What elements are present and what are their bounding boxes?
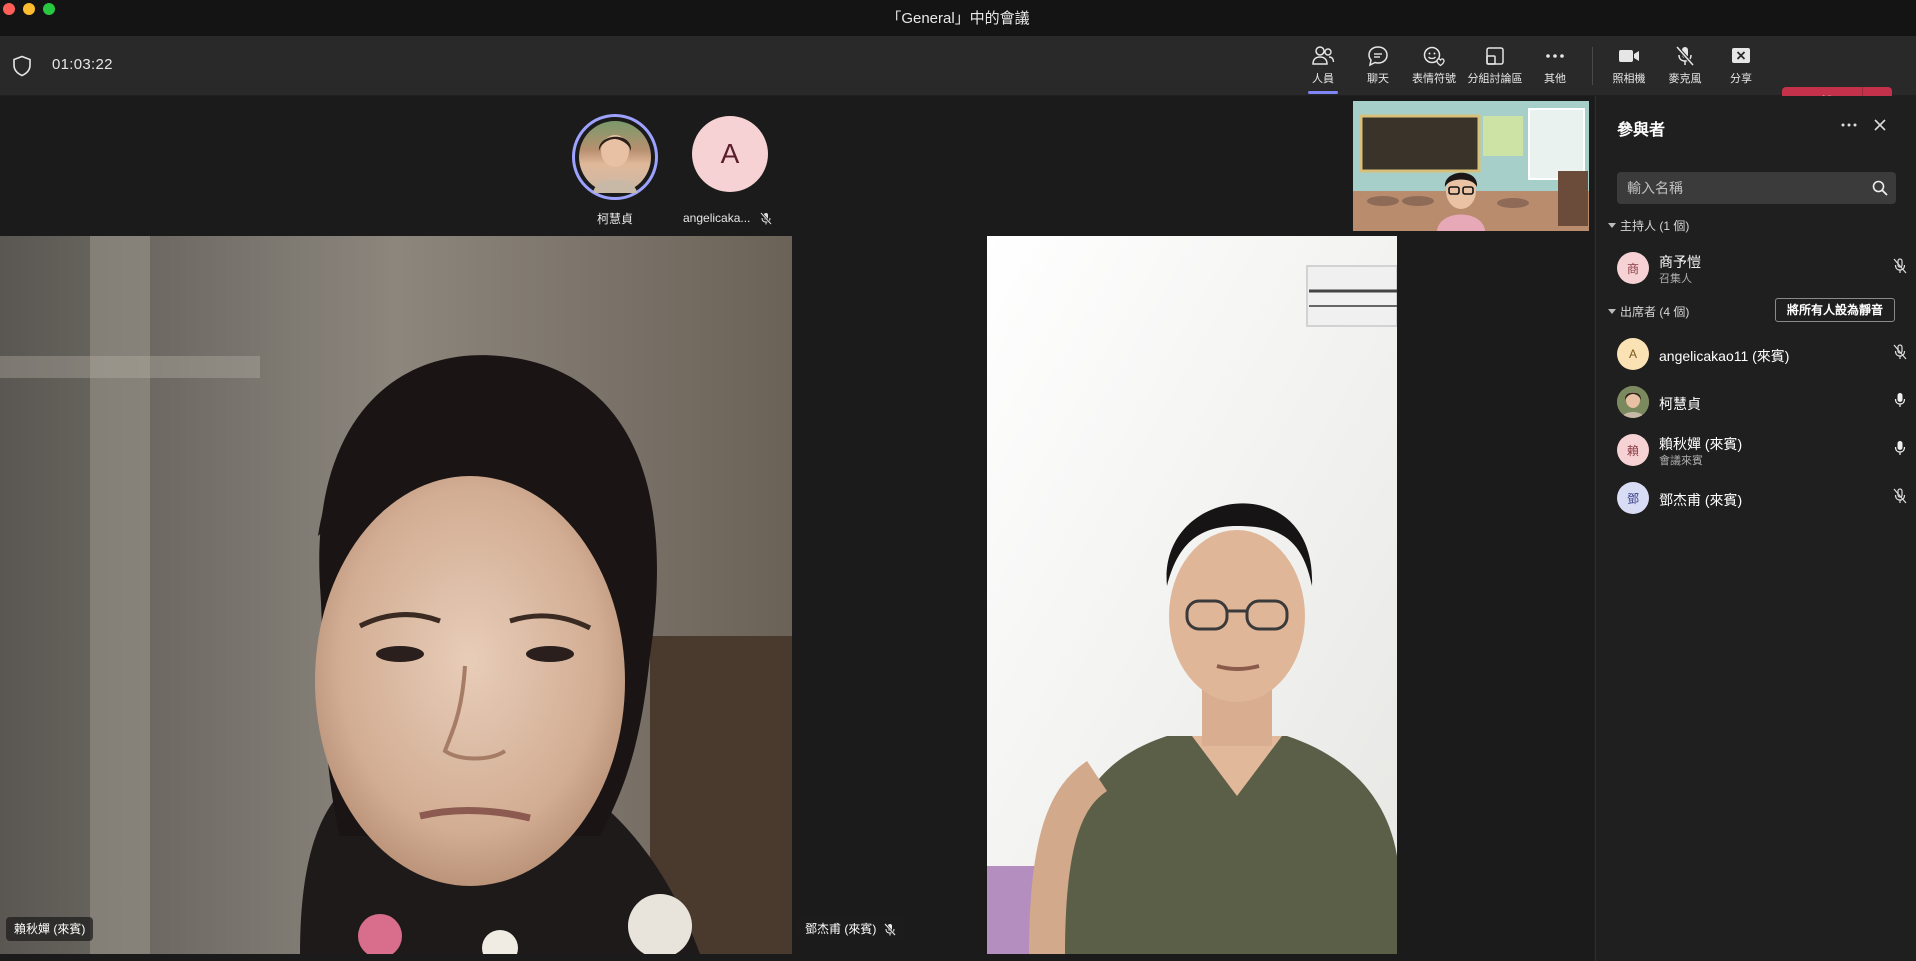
mic-off-icon xyxy=(1893,258,1907,279)
video-tile-lai[interactable]: 賴秋嬋 (來賓) xyxy=(0,236,792,954)
participant-avatar: 賴 xyxy=(1617,434,1649,466)
panel-more-button[interactable] xyxy=(1839,117,1859,138)
chat-button[interactable]: 聊天 xyxy=(1348,45,1408,91)
more-label: 其他 xyxy=(1544,73,1566,85)
mic-off-icon xyxy=(884,922,897,936)
panel-title: 參與者 xyxy=(1617,122,1666,139)
participant-row[interactable]: 賴 賴秋嬋 (來賓) 會議來賓 xyxy=(1617,430,1907,470)
breakout-rooms-icon xyxy=(1486,47,1504,65)
mic-off-icon xyxy=(1675,45,1695,67)
participant-name: 柯慧貞 xyxy=(1659,396,1701,412)
self-view-frame xyxy=(1353,101,1589,231)
participant-name: 柯慧貞 xyxy=(596,212,633,226)
close-panel-button[interactable] xyxy=(1872,117,1888,138)
participant-row[interactable]: 柯慧貞 xyxy=(1617,382,1907,422)
participant-video xyxy=(987,236,1397,954)
toolbar-divider xyxy=(1592,47,1593,85)
meeting-toolbar: 01:03:22 人員 聊天 表情符號 分組討論區 其他 照相機 麥克風 分享 xyxy=(0,37,1916,119)
active-tab-indicator xyxy=(1308,91,1338,94)
avatar-initial: A xyxy=(692,116,768,192)
caret-down-icon xyxy=(1608,222,1616,228)
breakout-rooms-button[interactable]: 分組討論區 xyxy=(1465,45,1525,91)
reactions-label: 表情符號 xyxy=(1412,73,1456,85)
more-icon xyxy=(1841,123,1857,127)
mic-on-icon xyxy=(1893,440,1907,461)
participant-avatar: 鄧 xyxy=(1617,482,1649,514)
participant-name: angelicakao11 (來賓) xyxy=(1659,348,1790,364)
more-icon xyxy=(1546,54,1564,58)
participant-name: 商予愷 xyxy=(1659,254,1701,270)
participant-row[interactable]: A angelicakao11 (來賓) xyxy=(1617,334,1907,374)
participant-video-frame xyxy=(0,236,792,954)
participant-role: 召集人 xyxy=(1659,273,1692,285)
share-button[interactable]: 分享 xyxy=(1711,45,1771,91)
tile-name: 鄧杰甫 (來賓) xyxy=(805,922,877,936)
participant-name: angelicaka... xyxy=(683,211,751,225)
window-titlebar: 「General」中的會議 xyxy=(0,0,1916,37)
avatar-photo xyxy=(579,121,651,193)
close-icon xyxy=(1874,119,1886,131)
mic-off-icon xyxy=(760,211,773,225)
tile-name-label: 鄧杰甫 (來賓) xyxy=(797,917,905,941)
participant-avatar: 商 xyxy=(1617,252,1649,284)
people-label: 人員 xyxy=(1312,73,1334,85)
participant-name: 賴秋嬋 (來賓) xyxy=(1659,436,1743,452)
share-stop-icon xyxy=(1732,48,1750,63)
participant-row[interactable]: 鄧 鄧杰甫 (來賓) xyxy=(1617,478,1907,518)
mic-on-icon xyxy=(1893,392,1907,413)
participant-row[interactable]: 商 商予愷 召集人 xyxy=(1617,248,1907,288)
participant-video-frame xyxy=(987,236,1397,954)
video-tile-deng[interactable]: 鄧杰甫 (來賓) xyxy=(793,236,1594,954)
microphone-label: 麥克風 xyxy=(1668,73,1702,85)
mic-off-icon xyxy=(1893,488,1907,509)
reactions-icon xyxy=(1423,46,1445,67)
video-stage: 柯慧貞 A angelicaka... 賴秋嬋 (來賓) 鄧杰甫 (來賓) xyxy=(0,96,1594,961)
attendees-section-toggle[interactable]: 出席者 (4 個) xyxy=(1608,303,1689,320)
reactions-button[interactable]: 表情符號 xyxy=(1404,45,1464,91)
self-view-video[interactable] xyxy=(1353,101,1589,231)
share-label: 分享 xyxy=(1730,73,1752,85)
meeting-timer: 01:03:22 xyxy=(52,56,113,73)
more-options-button[interactable]: 其他 xyxy=(1525,45,1585,91)
participant-avatar-photo xyxy=(1617,386,1649,418)
breakout-rooms-label: 分組討論區 xyxy=(1467,73,1523,85)
participant-search xyxy=(1617,172,1896,204)
search-input[interactable] xyxy=(1627,172,1867,204)
tile-name-label: 賴秋嬋 (來賓) xyxy=(6,917,94,941)
window-title: 「General」中的會議 xyxy=(886,10,1030,27)
participant-avatar-angelica[interactable]: A angelicaka... xyxy=(683,116,803,225)
chat-label: 聊天 xyxy=(1367,73,1389,85)
mute-all-button[interactable]: 將所有人設為靜音 xyxy=(1775,298,1895,322)
microphone-button[interactable]: 麥克風 xyxy=(1655,45,1715,91)
camera-label: 照相機 xyxy=(1612,73,1646,85)
organizers-section-toggle[interactable]: 主持人 (1 個) xyxy=(1608,217,1689,234)
people-button[interactable]: 人員 xyxy=(1293,45,1353,91)
tile-name: 賴秋嬋 (來賓) xyxy=(14,922,86,936)
participant-avatar: A xyxy=(1617,338,1649,370)
participant-role: 會議來賓 xyxy=(1659,455,1703,467)
caret-down-icon xyxy=(1608,308,1616,314)
organizers-heading: 主持人 (1 個) xyxy=(1620,219,1690,233)
participant-avatar-ke[interactable]: 柯慧貞 xyxy=(572,114,658,226)
people-icon xyxy=(1312,46,1335,65)
participants-panel: 參與者 主持人 (1 個) 商 商予愷 召集人 出席者 (4 個) 將所有人設為… xyxy=(1595,96,1916,961)
camera-icon xyxy=(1619,50,1639,62)
chat-icon xyxy=(1368,46,1388,67)
search-icon[interactable] xyxy=(1872,180,1888,201)
attendees-heading: 出席者 (4 個) xyxy=(1620,305,1690,319)
camera-button[interactable]: 照相機 xyxy=(1599,45,1659,91)
participant-name: 鄧杰甫 (來賓) xyxy=(1659,492,1743,508)
shield-icon[interactable] xyxy=(12,55,32,82)
mic-off-icon xyxy=(1893,344,1907,365)
